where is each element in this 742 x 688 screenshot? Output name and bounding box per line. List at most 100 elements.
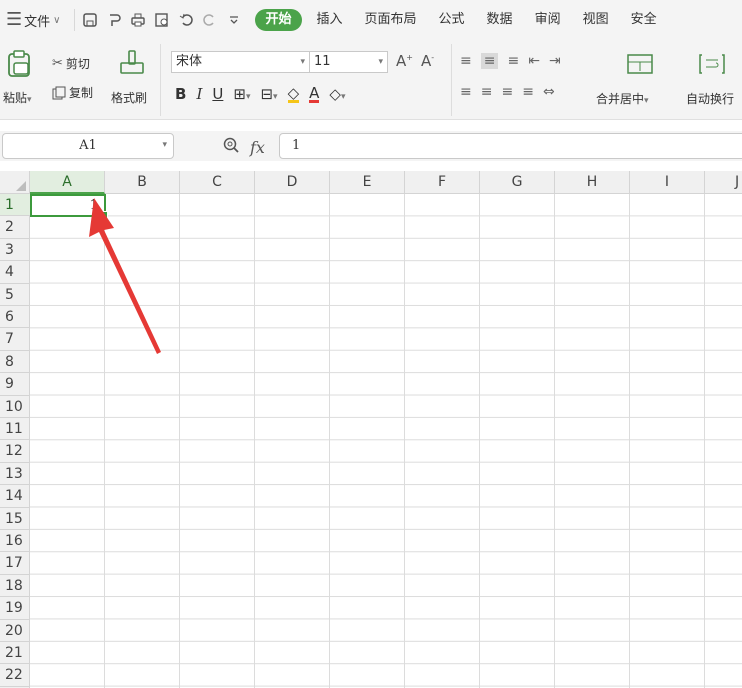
wrap-text-icon[interactable]	[698, 53, 726, 79]
formula-input[interactable]: 1	[279, 133, 742, 159]
tab-view[interactable]: 视图	[572, 9, 620, 31]
column-header[interactable]: B	[105, 171, 180, 194]
align-left-icon[interactable]: ≡	[460, 84, 472, 100]
row-header[interactable]: 2	[0, 216, 30, 239]
font-name-select[interactable]: 宋体 ▾	[172, 52, 310, 72]
row-header[interactable]: 8	[0, 351, 30, 374]
column-header[interactable]: A	[30, 171, 105, 194]
increase-font-icon[interactable]: A+	[396, 52, 413, 70]
row-header[interactable]: 11	[0, 418, 30, 441]
cell-area[interactable]	[30, 194, 742, 688]
customize-icon[interactable]	[225, 11, 243, 29]
cell-a1[interactable]: 1	[30, 194, 108, 219]
column-header[interactable]: I	[630, 171, 705, 194]
font-size-select[interactable]: 11 ▾	[310, 52, 387, 72]
decrease-font-icon[interactable]: A-	[421, 52, 434, 70]
tab-security[interactable]: 安全	[620, 9, 668, 31]
copy-icon	[52, 86, 66, 100]
column-header[interactable]: J	[705, 171, 742, 194]
row-header[interactable]: 22	[0, 664, 30, 687]
hamburger-icon[interactable]: ☰	[6, 11, 22, 29]
clear-format-icon[interactable]: ◇▾	[329, 85, 345, 103]
fill-style-icon[interactable]: ⊟▾	[260, 85, 277, 103]
row-header[interactable]: 3	[0, 239, 30, 262]
underline-button[interactable]: U	[212, 85, 223, 103]
copy-button[interactable]: 复制	[52, 84, 93, 101]
scissors-icon: ✂	[52, 56, 63, 71]
divider	[451, 44, 452, 116]
row-header[interactable]: 12	[0, 440, 30, 463]
justify-icon[interactable]: ≡	[522, 84, 534, 100]
align-right-icon[interactable]: ≡	[501, 84, 513, 100]
merge-center-button[interactable]: 合并居中▾	[596, 90, 649, 107]
row-header[interactable]: 7	[0, 328, 30, 351]
paste-label[interactable]: 粘贴▾	[3, 89, 32, 106]
redo-icon[interactable]	[201, 11, 219, 29]
align-middle-icon[interactable]: ≡	[480, 53, 499, 69]
italic-button[interactable]: I	[196, 85, 202, 103]
row-header[interactable]: 15	[0, 508, 30, 530]
border-icon[interactable]: ⊞▾	[233, 85, 250, 103]
row-header[interactable]: 9	[0, 373, 30, 396]
zoom-search-icon[interactable]	[222, 136, 240, 158]
spreadsheet-grid: A B C D E F G H I J 1 2 3 4 5 6 7 8 9 10…	[0, 171, 742, 688]
align-bottom-icon[interactable]: ≡	[507, 53, 519, 69]
merge-center-icon[interactable]	[626, 53, 654, 79]
align-top-icon[interactable]: ≡	[460, 53, 472, 69]
font-controls: 宋体 ▾ 11 ▾	[171, 51, 388, 73]
column-header[interactable]: F	[405, 171, 480, 194]
paste-button[interactable]	[6, 50, 32, 82]
indent-icon[interactable]: ⇥	[549, 53, 561, 69]
row-header[interactable]: 20	[0, 620, 30, 642]
row-header[interactable]: 18	[0, 575, 30, 598]
column-header[interactable]: D	[255, 171, 330, 194]
row-header[interactable]: 10	[0, 396, 30, 418]
tab-home[interactable]: 开始	[255, 9, 302, 31]
row-header[interactable]: 6	[0, 306, 30, 329]
chevron-down-icon[interactable]: ∨	[53, 15, 60, 26]
column-header[interactable]: G	[480, 171, 555, 194]
tab-page-layout[interactable]: 页面布局	[354, 9, 428, 31]
outdent-icon[interactable]: ⇤	[528, 53, 540, 69]
print-icon[interactable]	[129, 11, 147, 29]
font-color-icon[interactable]: A	[309, 85, 320, 103]
file-menu[interactable]: 文件	[24, 11, 50, 30]
tab-data[interactable]: 数据	[476, 9, 524, 31]
row-header[interactable]: 4	[0, 261, 30, 284]
format-painter-label[interactable]: 格式刷	[111, 89, 147, 106]
row-header[interactable]: 16	[0, 530, 30, 553]
cut-button[interactable]: ✂ 剪切	[52, 55, 90, 72]
format-icon[interactable]	[105, 11, 123, 29]
distribute-icon[interactable]: ⇔	[543, 84, 555, 100]
chevron-down-icon: ▾	[162, 140, 167, 150]
format-painter-button[interactable]	[119, 49, 145, 81]
clipboard-icon	[6, 50, 32, 78]
print-preview-icon[interactable]	[153, 11, 171, 29]
row-header[interactable]: 14	[0, 485, 30, 508]
column-header[interactable]: H	[555, 171, 630, 194]
row-header[interactable]: 1	[0, 194, 30, 217]
row-header[interactable]: 17	[0, 552, 30, 575]
format-row: B I U ⊞▾ ⊟▾ ◇ A ◇▾	[175, 85, 345, 103]
row-header[interactable]: 19	[0, 597, 30, 620]
fx-icon[interactable]: fx	[250, 138, 265, 157]
undo-icon[interactable]	[177, 11, 195, 29]
select-all-corner[interactable]	[0, 171, 30, 194]
row-headers: 1 2 3 4 5 6 7 8 9 10 11 12 13 14 15 16 1…	[0, 194, 30, 688]
tab-insert[interactable]: 插入	[306, 9, 354, 31]
column-header[interactable]: C	[180, 171, 255, 194]
wrap-text-button[interactable]: 自动换行	[686, 90, 734, 107]
fill-color-icon[interactable]: ◇	[287, 85, 300, 103]
save-icon[interactable]	[81, 11, 99, 29]
brush-icon	[119, 49, 145, 77]
row-header[interactable]: 13	[0, 463, 30, 486]
row-header[interactable]: 5	[0, 284, 30, 306]
ribbon: 粘贴▾ ✂ 剪切 复制 格式刷 宋体 ▾ 11 ▾ A+ A- B I U ⊞▾ ⊟…	[0, 40, 742, 120]
row-header[interactable]: 21	[0, 642, 30, 665]
tab-formulas[interactable]: 公式	[428, 9, 476, 31]
tab-review[interactable]: 审阅	[524, 9, 572, 31]
name-box[interactable]: A1 ▾	[2, 133, 174, 159]
column-header[interactable]: E	[330, 171, 405, 194]
bold-button[interactable]: B	[175, 85, 186, 103]
align-center-icon[interactable]: ≡	[481, 84, 493, 100]
